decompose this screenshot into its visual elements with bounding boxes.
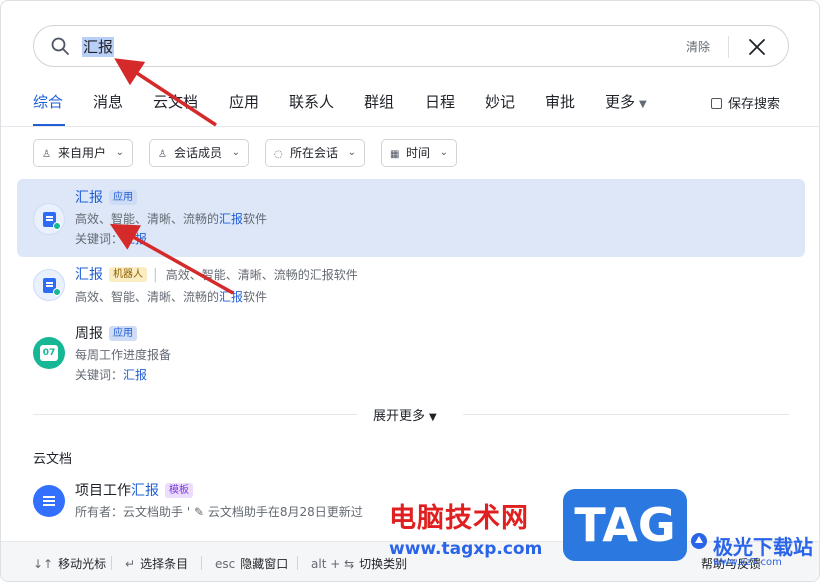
result-title: 汇报 机器人 | 高效、智能、清晰、流畅的汇报软件 <box>75 267 358 283</box>
save-search-button[interactable]: 保存搜索 <box>711 93 780 112</box>
chat-icon: ◌ <box>274 149 283 160</box>
tabs-divider <box>1 126 819 127</box>
tab-more-label: 更多 <box>605 93 636 111</box>
app-tag: 应用 <box>109 190 137 205</box>
divider <box>33 414 357 415</box>
result-title: 汇报 应用 <box>75 188 137 208</box>
search-input[interactable]: 汇报 <box>82 37 115 57</box>
weekly-report-icon: 07 <box>33 337 65 369</box>
tab-cloud-docs[interactable]: 云文档 <box>153 91 198 113</box>
result-keyword: 关键词：汇报 <box>75 368 148 382</box>
chevron-down-icon: ⌄ <box>115 147 124 158</box>
chevron-down-icon: ⌄ <box>439 147 448 158</box>
shortcut-hide: esc 隐藏窗口 <box>215 557 289 571</box>
tab-minutes[interactable]: 妙记 <box>485 91 515 113</box>
result-item-weekly-report[interactable]: 07 周报 应用 每周工作进度报备 关键词：汇报 <box>17 317 805 389</box>
tab-contacts[interactable]: 联系人 <box>289 91 334 113</box>
jg-logo-icon <box>691 533 707 549</box>
shortcut-move: ↓↑ 移动光标 <box>33 557 107 571</box>
bot-tag: 机器人 <box>109 267 147 282</box>
tab-approval[interactable]: 审批 <box>545 91 575 113</box>
filter-label: 所在会话 <box>290 146 339 160</box>
tab-messages[interactable]: 消息 <box>93 91 123 113</box>
chevron-down-icon: ▼ <box>429 412 437 423</box>
result-description: 高效、智能、清晰、流畅的汇报软件 <box>75 290 268 304</box>
result-title: 项目工作汇报 模板 <box>75 481 193 501</box>
divider <box>297 556 298 570</box>
result-item-report-app[interactable]: 汇报 应用 高效、智能、清晰、流畅的汇报软件 关键词：汇报 <box>17 179 805 257</box>
divider <box>201 556 202 570</box>
filter-from-user[interactable]: ♙ 来自用户 ⌄ <box>33 139 133 167</box>
user-icon: ♙ <box>158 149 167 160</box>
result-item-report-bot[interactable]: 汇报 机器人 | 高效、智能、清晰、流畅的汇报软件 高效、智能、清晰、流畅的汇报软件 <box>17 259 805 311</box>
result-description: 高效、智能、清晰、流畅的汇报软件 <box>75 212 268 226</box>
filter-chat-members[interactable]: ♙ 会话成员 ⌄ <box>149 139 249 167</box>
filter-time[interactable]: ▦ 时间 ⌄ <box>381 139 457 167</box>
search-window: 汇报 清除 综合 消息 云文档 应用 联系人 群组 日程 妙记 审批 更多 ▼ 保… <box>0 0 820 582</box>
filter-in-chat[interactable]: ◌ 所在会话 ⌄ <box>265 139 365 167</box>
template-tag: 模板 <box>165 483 193 498</box>
tab-groups[interactable]: 群组 <box>364 91 394 113</box>
clear-button[interactable]: 清除 <box>686 38 710 56</box>
user-icon: ♙ <box>42 149 51 160</box>
expand-more-label: 展开更多 <box>373 409 426 424</box>
watermark-tag-logo: TAG <box>563 489 687 561</box>
watermark-site-url: www.tagxp.com <box>389 539 543 559</box>
close-icon[interactable] <box>746 36 768 58</box>
filter-label: 会话成员 <box>174 146 223 160</box>
search-bar[interactable]: 汇报 清除 <box>33 25 789 67</box>
tab-more[interactable]: 更多 ▼ <box>605 91 647 116</box>
divider <box>463 414 789 415</box>
tab-apps[interactable]: 应用 <box>229 91 259 113</box>
result-inline-description: 高效、智能、清晰、流畅的汇报软件 <box>165 268 358 282</box>
report-bot-icon <box>33 269 65 301</box>
filter-label: 时间 <box>406 146 431 160</box>
watermark-jg-name: 极光下载站 <box>713 535 813 559</box>
result-keyword: 关键词：汇报 <box>75 232 148 246</box>
divider <box>728 36 729 58</box>
save-icon <box>711 98 722 109</box>
filter-label: 来自用户 <box>58 146 107 160</box>
result-description: 每周工作进度报备 <box>75 348 172 362</box>
chevron-down-icon: ▼ <box>639 99 647 110</box>
divider <box>111 556 112 570</box>
section-title-cloud-docs: 云文档 <box>33 452 73 467</box>
report-app-icon <box>33 203 65 235</box>
expand-more-button[interactable]: 展开更多 ▼ <box>373 405 437 424</box>
chevron-down-icon: ⌄ <box>347 147 356 158</box>
result-title: 周报 应用 <box>75 324 137 344</box>
app-tag: 应用 <box>109 326 137 341</box>
chevron-down-icon: ⌄ <box>231 147 240 158</box>
watermark-jg-url: www.xz7.com <box>713 557 782 568</box>
result-meta: 所有者：云文档助手 ' ✎ 云文档助手在8月28日更新过 <box>75 505 363 519</box>
edit-icon: ✎ <box>193 505 205 519</box>
calendar-icon: ▦ <box>390 149 400 160</box>
search-icon <box>51 37 69 55</box>
save-search-label: 保存搜索 <box>728 97 781 112</box>
doc-icon <box>33 485 65 517</box>
tab-calendar[interactable]: 日程 <box>425 91 455 113</box>
shortcut-select: ↵ 选择条目 <box>125 557 189 571</box>
watermark-site-name: 电脑技术网 <box>389 503 529 534</box>
tab-all[interactable]: 综合 <box>33 91 63 113</box>
